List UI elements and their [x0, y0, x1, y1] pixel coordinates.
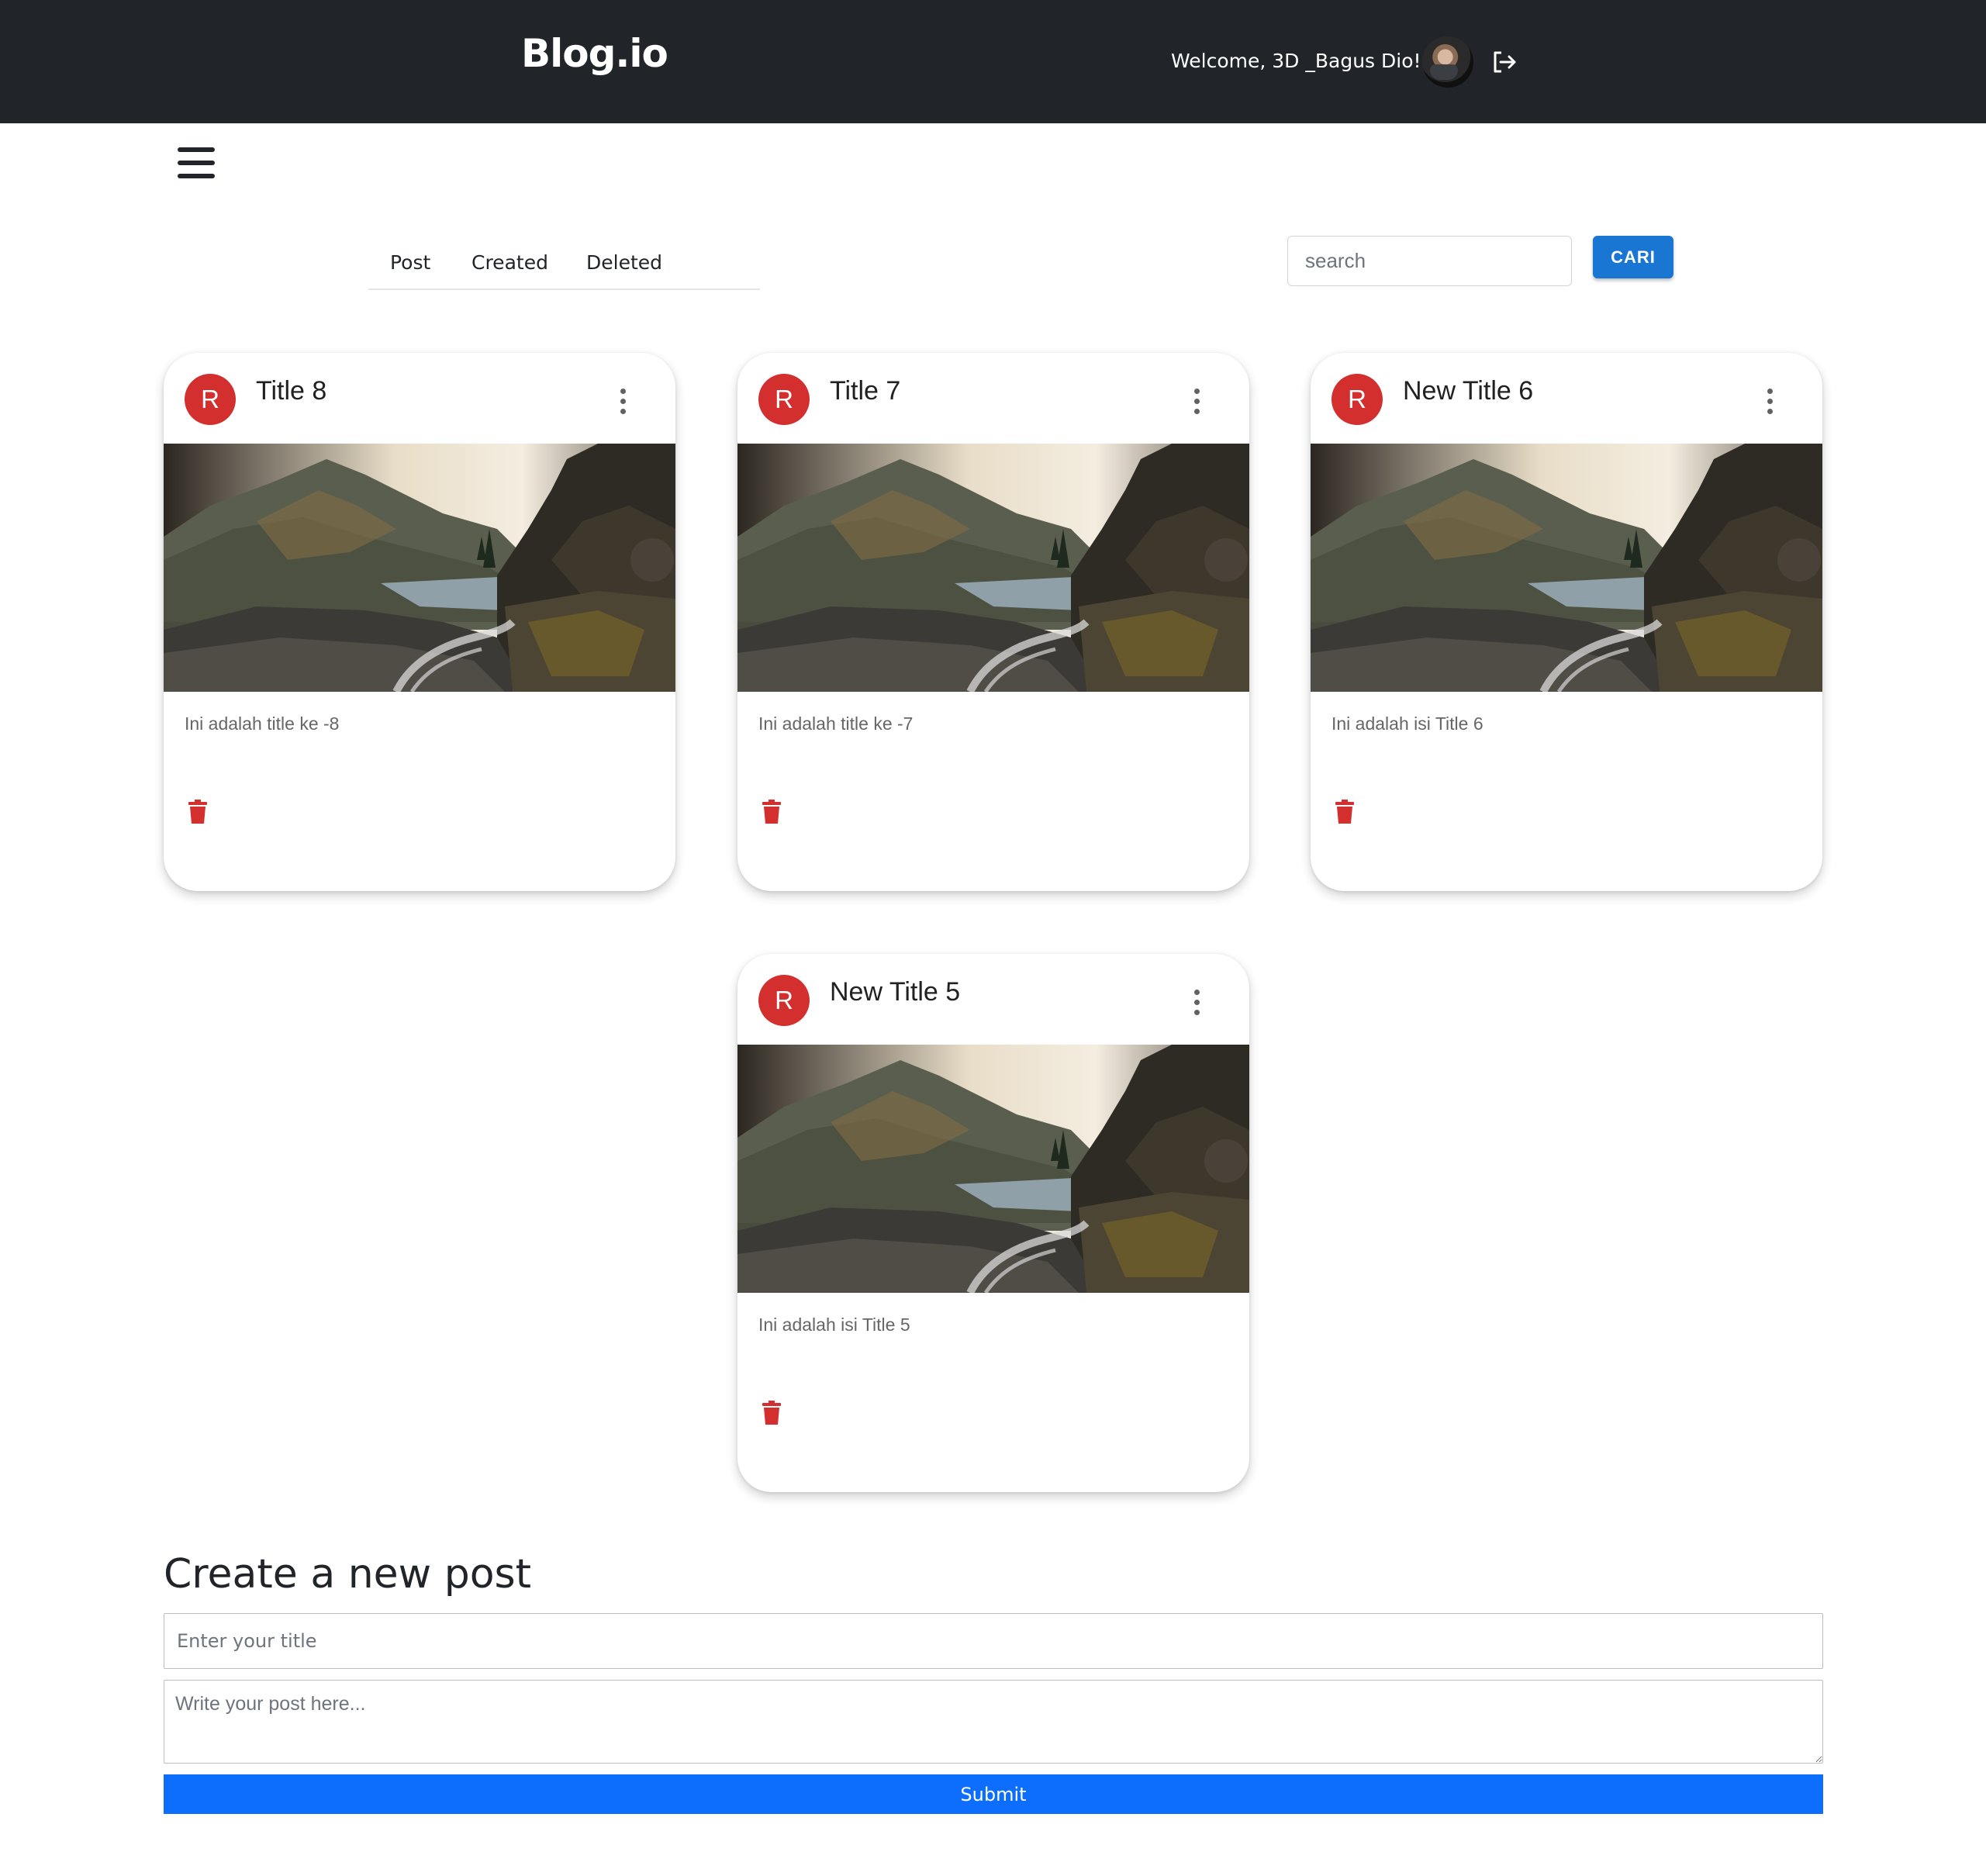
post-author-avatar: R [185, 374, 236, 425]
post-body: Ini adalah title ke -7 [758, 713, 914, 734]
post-card: R New Title 6 Ini adalah isi Title 6 [1311, 353, 1822, 891]
more-options-icon[interactable] [1192, 389, 1201, 416]
more-options-icon[interactable] [1192, 990, 1201, 1017]
submit-button[interactable]: Submit [164, 1774, 1823, 1814]
delete-trash-icon[interactable] [1335, 800, 1354, 824]
post-author-avatar: R [758, 975, 810, 1026]
post-image [1311, 444, 1822, 692]
post-title: Title 7 [830, 376, 901, 406]
post-body: Ini adalah isi Title 6 [1331, 713, 1483, 734]
avatar-face-mask [1430, 64, 1458, 80]
hamburger-menu-icon[interactable] [178, 146, 218, 181]
tab-deleted[interactable]: Deleted [586, 251, 662, 274]
delete-trash-icon[interactable] [188, 800, 207, 824]
post-author-avatar: R [758, 374, 810, 425]
post-title: New Title 6 [1403, 376, 1534, 406]
post-title: Title 8 [256, 376, 327, 406]
post-card: R Title 7 Ini adalah title ke -7 [737, 353, 1249, 891]
search-button[interactable]: CARI [1593, 236, 1673, 278]
post-tabs: Post Created Deleted [368, 242, 760, 290]
post-author-avatar: R [1331, 374, 1383, 425]
brand-logo[interactable]: Blog.io [521, 31, 668, 76]
delete-trash-icon[interactable] [762, 1401, 781, 1425]
create-post-heading: Create a new post [164, 1551, 532, 1598]
post-card: R Title 8 Ini adalah title ke -8 [164, 353, 675, 891]
user-avatar[interactable] [1422, 36, 1473, 88]
top-navbar: Blog.io Welcome, 3D _Bagus Dio! [0, 0, 1986, 123]
post-body: Ini adalah isi Title 5 [758, 1315, 910, 1335]
more-options-icon[interactable] [1765, 389, 1774, 416]
delete-trash-icon[interactable] [762, 800, 781, 824]
logout-icon[interactable] [1489, 47, 1520, 78]
post-body-textarea[interactable] [164, 1680, 1823, 1764]
post-title: New Title 5 [830, 977, 961, 1007]
more-options-icon[interactable] [618, 389, 627, 416]
post-image [164, 444, 675, 692]
post-image [737, 444, 1249, 692]
post-title-input[interactable] [164, 1613, 1823, 1669]
tab-post[interactable]: Post [390, 251, 430, 274]
welcome-text: Welcome, 3D _Bagus Dio! [1171, 50, 1421, 72]
tab-created[interactable]: Created [471, 251, 548, 274]
post-card: R New Title 5 Ini adalah isi Title 5 [737, 954, 1249, 1492]
post-image [737, 1045, 1249, 1293]
search-input[interactable] [1287, 236, 1572, 286]
post-body: Ini adalah title ke -8 [185, 713, 340, 734]
